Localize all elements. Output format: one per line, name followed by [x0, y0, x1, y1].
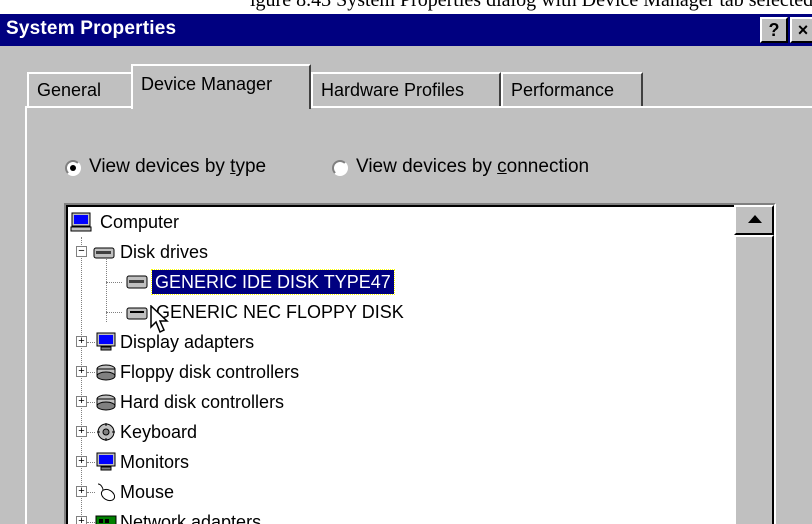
- floppy-drive-icon: [126, 307, 148, 320]
- tree-line: [87, 342, 95, 343]
- computer-icon: [70, 212, 92, 232]
- device-tree[interactable]: Computer − Disk drives GENERIC IDE DISK …: [64, 203, 776, 524]
- collapse-icon[interactable]: −: [76, 246, 87, 257]
- monitor-icon: [96, 452, 116, 471]
- tree-item-label: Keyboard: [120, 422, 198, 442]
- titlebar[interactable]: System Properties ? ×: [0, 14, 812, 46]
- caption-strip: igure 8.43 System Properties dialog with…: [0, 0, 812, 14]
- tree-item-label: GENERIC NEC FLOPPY DISK: [156, 302, 404, 322]
- help-button[interactable]: ?: [760, 17, 788, 43]
- tree-item-label: Disk drives: [120, 242, 209, 262]
- tree-line: [87, 402, 95, 403]
- tab-general[interactable]: General: [27, 72, 133, 106]
- tab-device-manager[interactable]: Device Manager: [131, 64, 311, 109]
- scrollbar-thumb[interactable]: [734, 235, 774, 524]
- device-tree-list: Computer − Disk drives GENERIC IDE DISK …: [66, 205, 734, 524]
- tree-item-label: Mouse: [120, 482, 175, 502]
- tab-hardware-profiles[interactable]: Hardware Profiles: [311, 72, 501, 106]
- network-adapter-icon: [95, 515, 117, 524]
- view-by-connection-label: View devices by connection: [356, 156, 590, 177]
- tree-item-label: Computer: [100, 212, 180, 232]
- expand-icon[interactable]: +: [76, 426, 87, 437]
- tree-line: [87, 432, 95, 433]
- radio-button-icon: [332, 160, 348, 176]
- mouse-icon: [97, 483, 116, 502]
- tree-line: [87, 522, 95, 523]
- tree-item-label: Monitors: [120, 452, 190, 472]
- expand-icon[interactable]: +: [76, 456, 87, 467]
- monitor-icon: [96, 332, 116, 351]
- controller-icon: [96, 394, 116, 411]
- expand-icon[interactable]: +: [76, 486, 87, 497]
- scroll-up-arrow-icon[interactable]: [734, 205, 774, 235]
- mouse-pointer-icon: [150, 305, 169, 334]
- window-title: System Properties: [6, 18, 177, 39]
- figure-caption: igure 8.43 System Properties dialog with…: [250, 0, 812, 11]
- view-by-type-label: View devices by type: [89, 156, 267, 177]
- expand-icon[interactable]: +: [76, 516, 87, 524]
- disk-drive-icon: [93, 247, 115, 259]
- expand-icon[interactable]: +: [76, 336, 87, 347]
- keyboard-icon: [97, 423, 115, 441]
- tree-item-label: Floppy disk controllers: [120, 362, 300, 382]
- expand-icon[interactable]: +: [76, 396, 87, 407]
- expand-icon[interactable]: +: [76, 366, 87, 377]
- tree-item-label: Network adapters: [120, 512, 262, 524]
- tree-line: [81, 237, 82, 524]
- tree-line: [87, 462, 95, 463]
- tree-line: [87, 492, 95, 493]
- tab-performance[interactable]: Performance: [501, 72, 643, 106]
- tree-item-label: Hard disk controllers: [120, 392, 285, 412]
- tree-line: [106, 312, 122, 313]
- device-manager-panel: View devices by type View devices by con…: [25, 106, 812, 524]
- system-properties-window: System Properties ? × General Device Man…: [0, 14, 812, 524]
- hard-disk-icon: [126, 275, 148, 289]
- tree-line: [87, 372, 95, 373]
- tree-item-label: GENERIC IDE DISK TYPE47: [151, 269, 395, 295]
- controller-icon: [96, 364, 116, 381]
- close-button[interactable]: ×: [790, 17, 812, 43]
- tree-item-label: Display adapters: [120, 332, 255, 352]
- vertical-scrollbar[interactable]: [734, 205, 774, 524]
- radio-button-checked-icon: [65, 160, 81, 176]
- tree-line: [106, 282, 122, 283]
